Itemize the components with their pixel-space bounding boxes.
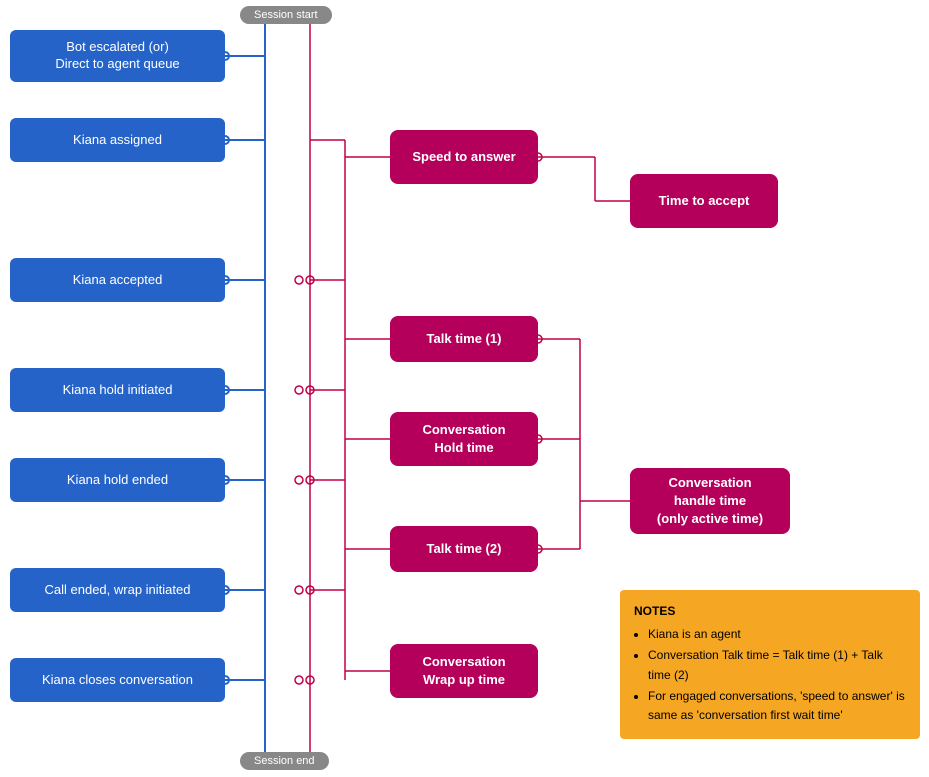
notes-item-1: Kiana is an agent [648, 625, 906, 644]
event-kiana-hold-initiated: Kiana hold initiated [10, 368, 225, 412]
metric-time-to-accept: Time to accept [630, 174, 778, 228]
metric-talk-time-1: Talk time (1) [390, 316, 538, 362]
notes-title: NOTES [634, 602, 906, 621]
metric-conversation-hold-time: ConversationHold time [390, 412, 538, 466]
metric-conversation-handle-time: Conversationhandle time(only active time… [630, 468, 790, 534]
event-call-ended-wrap: Call ended, wrap initiated [10, 568, 225, 612]
event-kiana-assigned: Kiana assigned [10, 118, 225, 162]
notes-list: Kiana is an agent Conversation Talk time… [634, 625, 906, 725]
notes-item-2: Conversation Talk time = Talk time (1) +… [648, 646, 906, 684]
session-end-label: Session end [240, 752, 329, 770]
event-bot-escalated: Bot escalated (or)Direct to agent queue [10, 30, 225, 82]
event-kiana-hold-ended: Kiana hold ended [10, 458, 225, 502]
event-kiana-accepted: Kiana accepted [10, 258, 225, 302]
session-start-label: Session start [240, 6, 332, 24]
diagram-container: Session start Bot escalated (or)Direct t… [0, 0, 929, 777]
event-kiana-closes: Kiana closes conversation [10, 658, 225, 702]
metric-conversation-wrap-up: ConversationWrap up time [390, 644, 538, 698]
notes-box: NOTES Kiana is an agent Conversation Tal… [620, 590, 920, 739]
metric-speed-to-answer: Speed to answer [390, 130, 538, 184]
notes-item-3: For engaged conversations, 'speed to ans… [648, 687, 906, 725]
metric-talk-time-2: Talk time (2) [390, 526, 538, 572]
